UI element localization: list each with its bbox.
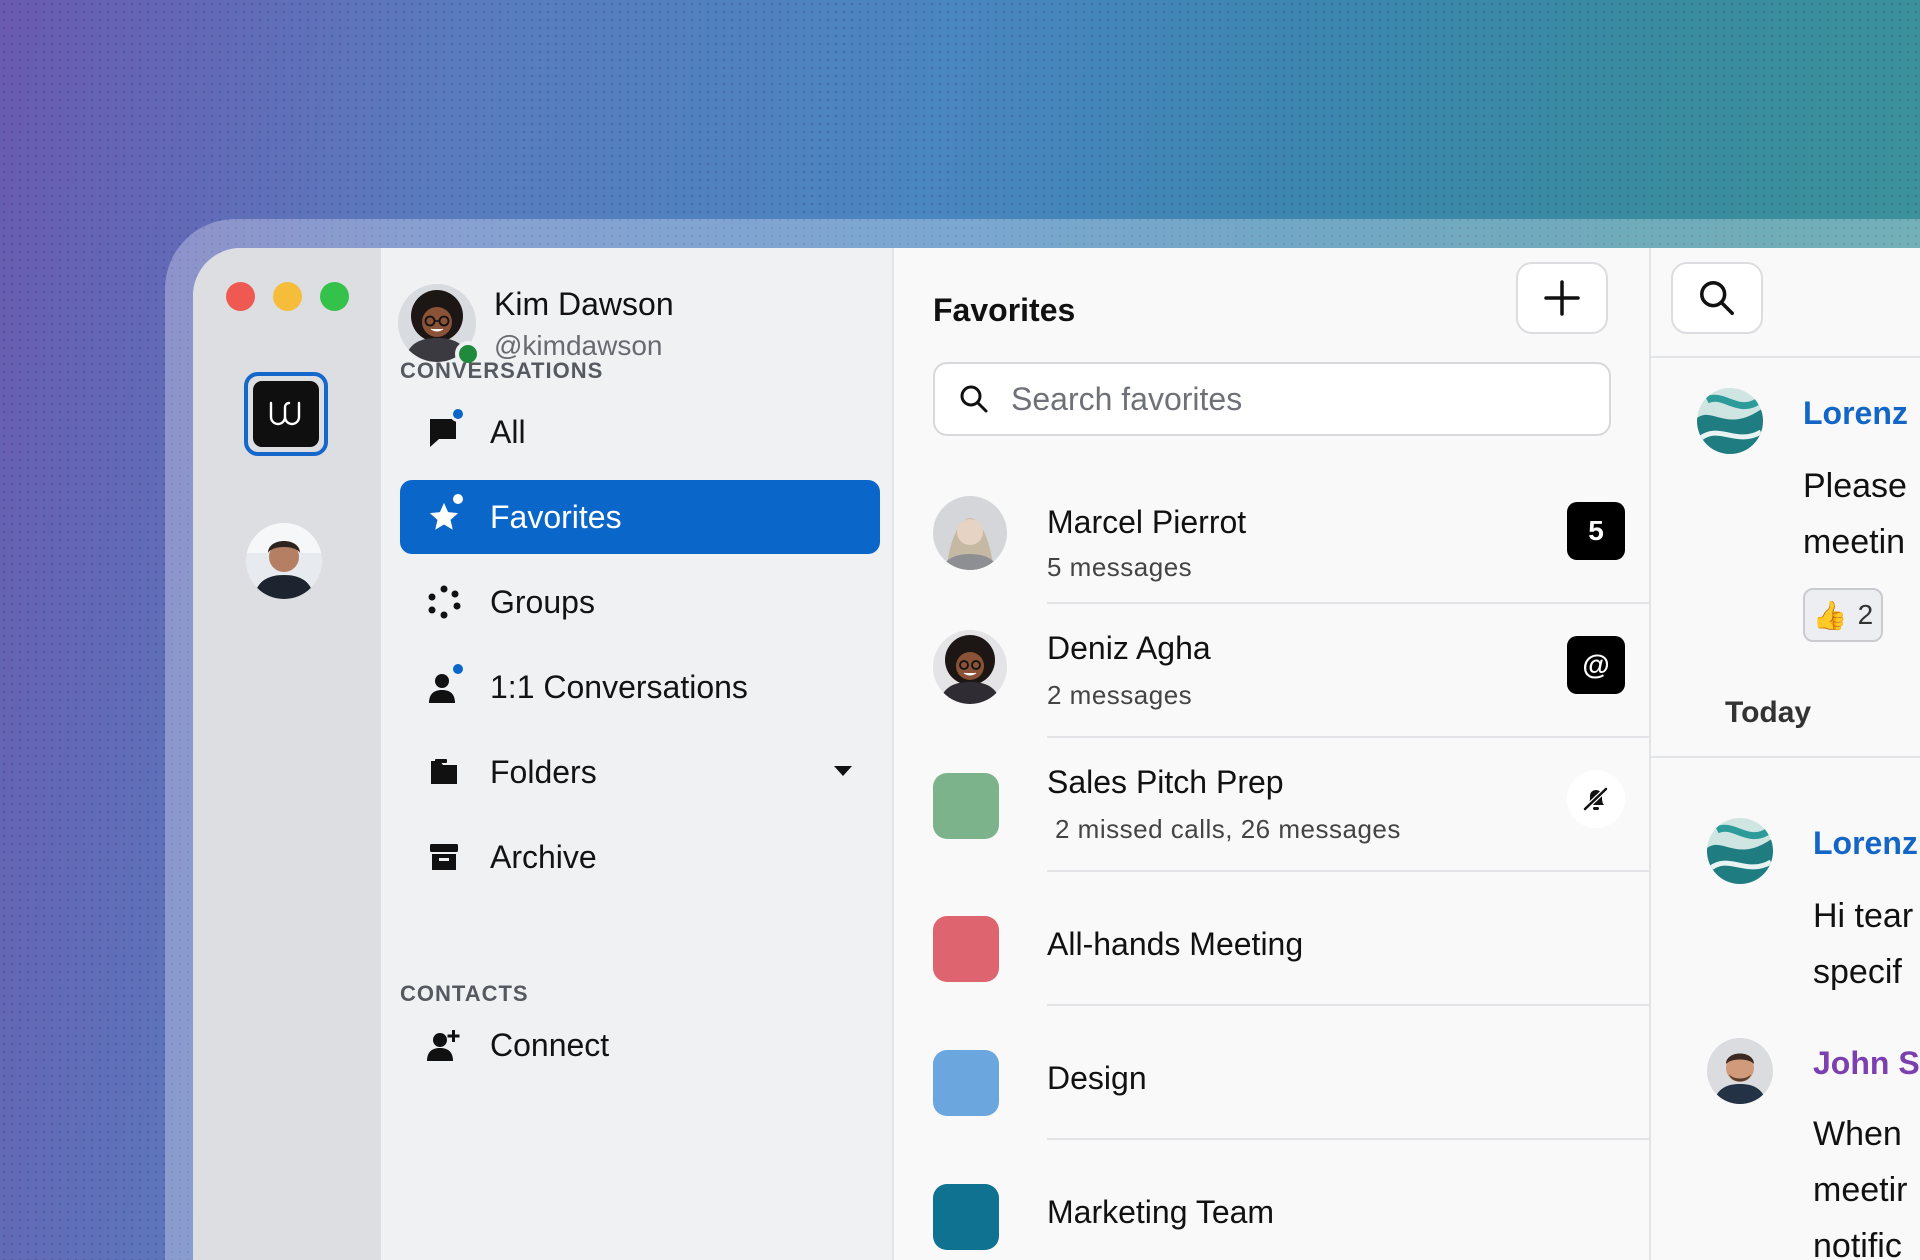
- chevron-down-icon[interactable]: [832, 763, 854, 779]
- new-conversation-button[interactable]: [1516, 262, 1608, 334]
- group-avatar: [933, 1050, 999, 1116]
- muted-bell-icon: [1583, 787, 1608, 811]
- workspace-rail: [193, 248, 381, 1260]
- row-divider: [1047, 736, 1651, 738]
- search-icon: [1700, 281, 1734, 315]
- archive-icon: [424, 837, 464, 877]
- list-title: Favorites: [933, 292, 1076, 328]
- search-icon: [960, 385, 988, 413]
- message-text: Please meetin: [1803, 467, 1907, 561]
- team-avatar[interactable]: [246, 523, 322, 599]
- message-sender[interactable]: Lorenz: [1813, 825, 1918, 862]
- reaction-count: 2: [1857, 599, 1874, 630]
- person-icon: [424, 661, 466, 707]
- close-window-button[interactable]: [226, 282, 255, 311]
- unread-dot: [450, 491, 466, 507]
- conversation-row-marketing[interactable]: Marketing Team: [894, 1142, 1651, 1260]
- row-divider: [1047, 870, 1651, 872]
- sidebar-item-label: Archive: [490, 838, 597, 875]
- row-divider: [1047, 1138, 1651, 1140]
- add-person-icon: [424, 1025, 464, 1065]
- search-favorites-field[interactable]: [933, 362, 1611, 436]
- sidebar-item-label: Connect: [490, 1026, 610, 1063]
- row-title: Sales Pitch Prep: [1047, 764, 1284, 800]
- conversation-row-deniz[interactable]: Deniz Agha 2 messages @: [894, 606, 1651, 738]
- conversation-row-sales-pitch[interactable]: Sales Pitch Prep 2 missed calls, 26 mess…: [894, 740, 1651, 872]
- reaction-chip[interactable]: 👍 2: [1803, 588, 1883, 642]
- sidebar-item-groups[interactable]: Groups: [400, 565, 880, 639]
- contacts-section-label: CONTACTS: [400, 981, 529, 1006]
- row-divider: [1047, 602, 1651, 604]
- groups-icon: [424, 582, 464, 622]
- message-text: When meetir notific: [1813, 1115, 1908, 1260]
- speech-bubble-icon: [424, 406, 466, 452]
- minimize-window-button[interactable]: [273, 282, 302, 311]
- group-avatar: [933, 916, 999, 982]
- muted-badge: [1567, 770, 1625, 828]
- sidebar-item-archive[interactable]: Archive: [400, 820, 880, 894]
- contact-avatar: [933, 630, 1007, 704]
- sidebar-item-label: Favorites: [490, 498, 622, 535]
- conversation-row-design[interactable]: Design: [894, 1008, 1651, 1140]
- sender-avatar[interactable]: [1707, 818, 1773, 884]
- search-input[interactable]: [1011, 380, 1571, 418]
- sender-avatar[interactable]: [1707, 1038, 1773, 1104]
- row-title: Marketing Team: [1047, 1194, 1275, 1230]
- conversation-row-all-hands[interactable]: All-hands Meeting: [894, 874, 1651, 1006]
- sidebar-item-label: All: [490, 413, 526, 450]
- unread-dot: [450, 406, 466, 422]
- sidebar-item-label: 1:1 Conversations: [490, 668, 748, 705]
- message-sender[interactable]: John S: [1813, 1045, 1920, 1082]
- conversation-row-marcel[interactable]: Marcel Pierrot 5 messages 5: [894, 472, 1651, 604]
- conversations-sidebar: Kim Dawson @kimdawson CONVERSATIONS All …: [381, 248, 894, 1260]
- thumbs-up-icon: 👍: [1812, 599, 1848, 631]
- sidebar-item-label: Folders: [490, 753, 597, 790]
- row-title: All-hands Meeting: [1047, 926, 1304, 962]
- message-text: Hi tear specif: [1813, 897, 1914, 991]
- contact-avatar: [933, 496, 1007, 570]
- app-window: Kim Dawson @kimdawson CONVERSATIONS All …: [193, 248, 1920, 1260]
- app-logo-icon: [253, 381, 319, 447]
- row-divider: [1047, 1004, 1651, 1006]
- row-title: Deniz Agha: [1047, 630, 1211, 666]
- plus-icon: [1544, 280, 1580, 316]
- conversations-section-label: CONVERSATIONS: [400, 358, 604, 383]
- sidebar-item-favorites[interactable]: Favorites: [400, 480, 880, 554]
- day-separator-label: Today: [1725, 696, 1812, 729]
- sidebar-item-label: Groups: [490, 583, 595, 620]
- sidebar-item-one-on-one[interactable]: 1:1 Conversations: [400, 650, 880, 724]
- star-icon: [424, 491, 466, 537]
- favorites-list-panel: Favorites Marcel Pierrot 5 messages 5 De…: [894, 248, 1651, 1260]
- message-sender[interactable]: Lorenz: [1803, 395, 1908, 432]
- unread-count-badge: 5: [1567, 502, 1625, 560]
- conversation-view: Lorenz Please meetin 👍 2 Today Lorenz Hi…: [1651, 248, 1920, 1260]
- row-subtitle: 2 messages: [1047, 680, 1193, 710]
- unread-dot: [450, 661, 466, 677]
- row-subtitle: 5 messages: [1047, 552, 1193, 582]
- user-name: Kim Dawson: [494, 286, 674, 322]
- group-avatar: [933, 773, 999, 839]
- workspace-button[interactable]: [244, 372, 328, 456]
- row-title: Design: [1047, 1060, 1147, 1096]
- row-title: Marcel Pierrot: [1047, 504, 1247, 540]
- sidebar-item-all[interactable]: All: [400, 395, 880, 469]
- folder-icon: [424, 752, 464, 792]
- mention-badge: @: [1567, 636, 1625, 694]
- zoom-window-button[interactable]: [320, 282, 349, 311]
- search-conversation-button[interactable]: [1671, 262, 1763, 334]
- sidebar-item-folders[interactable]: Folders: [400, 735, 880, 809]
- day-separator: [1651, 756, 1920, 758]
- sidebar-item-connect[interactable]: Connect: [400, 1008, 880, 1082]
- group-avatar: [933, 1184, 999, 1250]
- header-divider: [1651, 356, 1920, 358]
- sender-avatar[interactable]: [1697, 388, 1763, 454]
- row-subtitle: 2 missed calls, 26 messages: [1055, 814, 1401, 844]
